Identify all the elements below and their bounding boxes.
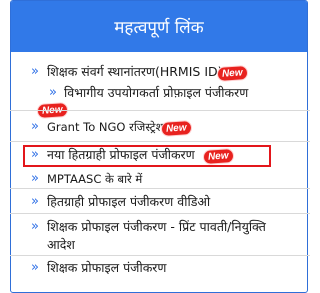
new-badge: New xyxy=(203,149,233,164)
link-label: विभागीय उपयोगकर्ता प्रोफ़ाइल पंजीकरण xyxy=(64,85,249,100)
new-badge: New xyxy=(217,66,247,81)
divider xyxy=(10,213,310,214)
chevron-right-icon: » xyxy=(31,171,39,186)
link-label-line2: आदेश xyxy=(47,237,75,252)
chevron-right-icon: » xyxy=(31,260,39,275)
chevron-right-icon: » xyxy=(31,64,39,79)
chevron-right-icon: » xyxy=(31,194,39,209)
panel-header: महत्वपूर्ण लिंक xyxy=(11,1,307,52)
chevron-right-icon: » xyxy=(31,147,39,162)
link-label-line1: शिक्षक प्रोफाइल पंजीकरण - प्रिंट पावती/न… xyxy=(47,219,266,234)
link-label: नया हितग्राही प्रोफाइल पंजीकरण xyxy=(47,147,195,162)
chevron-right-icon: » xyxy=(31,219,39,234)
link-label: MPTAASC के बारे में xyxy=(47,172,143,186)
divider xyxy=(10,188,310,189)
link-label: शिक्षक संवर्ग स्थानांतरण(HRMIS ID) xyxy=(47,64,223,79)
chevron-right-icon: » xyxy=(49,85,57,100)
chevron-right-icon: » xyxy=(31,119,39,134)
link-label: शिक्षक प्रोफाइल पंजीकरण xyxy=(47,260,167,275)
link-label: हितग्राही प्रोफाइल पंजीकरण वीडिओ xyxy=(47,194,211,209)
new-badge: New xyxy=(161,121,191,136)
panel-title: महत्वपूर्ण लिंक xyxy=(114,18,204,38)
link-label: Grant To NGO रजिस्ट्रेशन xyxy=(47,120,170,134)
divider xyxy=(10,255,310,256)
divider xyxy=(10,110,310,111)
divider xyxy=(10,141,310,142)
